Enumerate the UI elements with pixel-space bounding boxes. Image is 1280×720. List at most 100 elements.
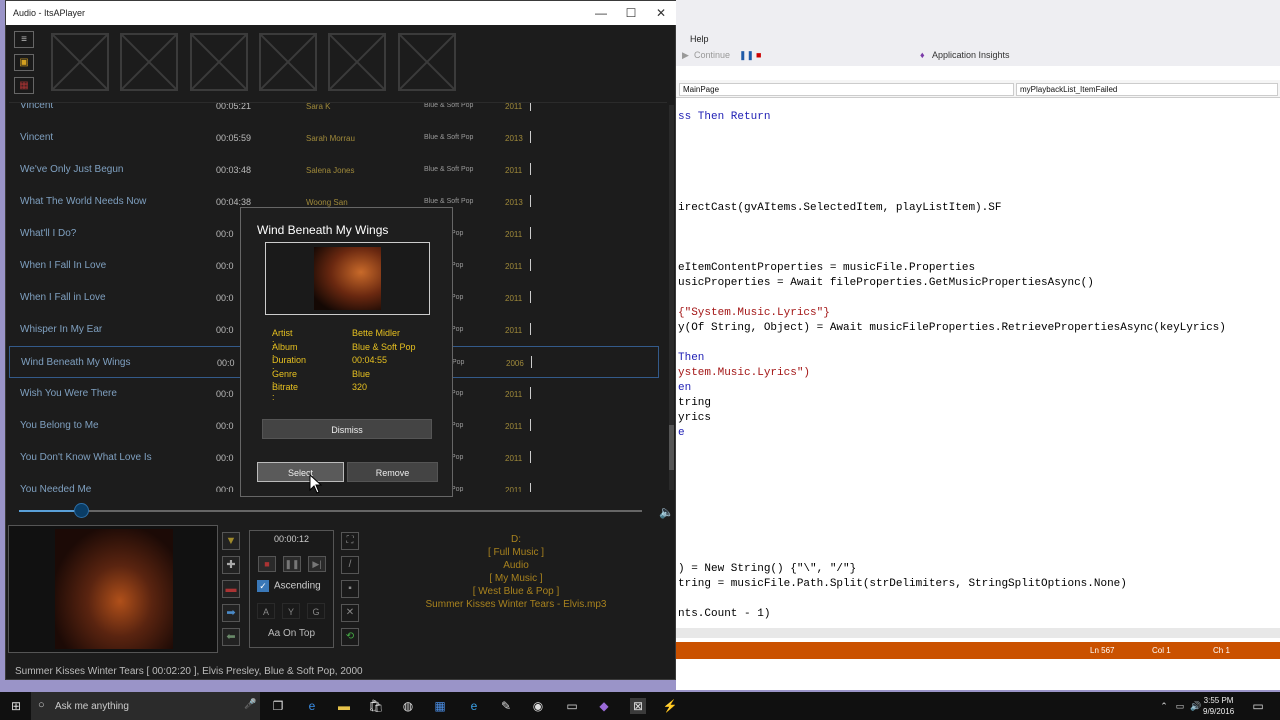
select-button[interactable]: Select xyxy=(257,462,344,482)
thumbnail-placeholder[interactable] xyxy=(328,33,386,91)
code-line: irectCast(gvAItems.SelectedItem, playLis… xyxy=(678,202,1002,214)
microphone-icon[interactable]: 🎤 xyxy=(244,699,256,710)
playlist-row[interactable]: Vincent 00:05:21 Sara K Blue & Soft Pop 2011 xyxy=(9,102,659,122)
add-icon[interactable]: ✚ xyxy=(222,556,240,574)
song-duration: 00:0 xyxy=(216,421,234,431)
code-editor[interactable]: ss Then Return irectCast(gvAItems.Select… xyxy=(676,100,1280,630)
song-title: Vincent xyxy=(20,102,54,111)
thumbnail-placeholder[interactable] xyxy=(259,33,317,91)
close-button[interactable]: ✕ xyxy=(646,3,676,23)
pause-icon[interactable]: ❚❚ xyxy=(283,556,301,572)
song-duration: 00:0 xyxy=(217,358,235,368)
thumbnail-placeholder[interactable] xyxy=(51,33,109,91)
ascending-checkbox[interactable]: ✓ Ascending xyxy=(257,580,321,592)
stop-icon[interactable]: ■ xyxy=(258,556,276,572)
path-line: D: xyxy=(511,534,521,545)
code-navigation-bar: MainPage myPlaybackList_ItemFailed xyxy=(676,80,1280,98)
sort-g-button[interactable]: G xyxy=(307,603,325,619)
stop-icon[interactable]: ■ xyxy=(756,50,761,60)
dismiss-button[interactable]: Dismiss xyxy=(262,419,432,439)
path-line: [ My Music ] xyxy=(489,573,543,584)
notifications-icon[interactable]: ▭ xyxy=(1250,698,1266,714)
pause-icon[interactable]: ❚❚ xyxy=(739,50,754,61)
on-top-button[interactable]: Aa On Top xyxy=(250,628,333,639)
fullscreen-icon[interactable]: ⛶ xyxy=(341,532,359,550)
volume-icon[interactable]: 🔈 xyxy=(659,505,674,519)
visual-studio-window: Help ▶ Continue ❚❚ ■ ♦ Application Insig… xyxy=(676,0,1280,690)
code-line: nts.Count - 1) xyxy=(678,608,771,620)
task-view-icon[interactable]: ❐ xyxy=(270,698,286,714)
store-icon[interactable]: 🛍 xyxy=(368,698,384,714)
shuffle-icon[interactable]: ✕ xyxy=(341,604,359,622)
thumbnail-placeholder[interactable] xyxy=(190,33,248,91)
sort-a-button[interactable]: A xyxy=(257,603,275,619)
song-duration: 00:05:21 xyxy=(216,102,252,111)
member-combo[interactable]: myPlaybackList_ItemFailed xyxy=(1016,83,1278,96)
sort-y-button[interactable]: Y xyxy=(282,603,300,619)
network-icon[interactable]: ▭ xyxy=(1172,698,1188,714)
remove-button[interactable]: Remove xyxy=(347,462,438,482)
song-duration: 00:0 xyxy=(216,261,234,271)
edge-icon[interactable]: e xyxy=(304,698,320,714)
maximize-button[interactable]: ☐ xyxy=(616,3,646,23)
thumbnail-placeholder[interactable] xyxy=(398,33,456,91)
vs-title-area xyxy=(676,0,1280,28)
picture-icon[interactable]: ▦ xyxy=(14,77,34,94)
ie-icon[interactable]: e xyxy=(466,698,482,714)
thumbnail-placeholder[interactable] xyxy=(120,33,178,91)
song-duration: 00:0 xyxy=(216,325,234,335)
row-separator xyxy=(530,103,531,111)
code-line: e xyxy=(678,427,685,439)
remove-icon[interactable]: ▬ xyxy=(222,580,240,598)
visual-studio-icon[interactable]: ◆ xyxy=(596,698,612,714)
itsaplayer-icon[interactable]: ⊠ xyxy=(630,698,646,714)
scrollbar-thumb[interactable] xyxy=(669,425,674,470)
song-duration: 00:03:48 xyxy=(216,165,252,175)
continue-button[interactable]: Continue xyxy=(694,50,730,60)
song-year: 2006 xyxy=(506,359,524,368)
back-icon[interactable]: ⬅ xyxy=(222,628,240,646)
file-explorer-icon[interactable]: ▬ xyxy=(336,698,352,714)
cortana-search[interactable]: ○ Ask me anything 🎤 xyxy=(31,692,260,720)
seek-knob[interactable] xyxy=(74,503,90,518)
menu-help[interactable]: Help xyxy=(690,34,709,44)
application-insights-button[interactable]: Application Insights xyxy=(932,50,1010,60)
row-separator xyxy=(530,387,531,399)
char-number: Ch 1 xyxy=(1213,646,1230,655)
check-icon: ✓ xyxy=(257,580,269,592)
edit-icon[interactable]: / xyxy=(341,556,359,574)
image-placeholder-icon xyxy=(121,34,177,90)
code-line: ) = New String() {"\", "/"} xyxy=(678,563,857,575)
playlist-row[interactable]: We've Only Just Begun 00:03:48 Salena Jone… xyxy=(9,154,659,186)
app-icon[interactable]: ✎ xyxy=(498,698,514,714)
type-combo[interactable]: MainPage xyxy=(679,83,1014,96)
continue-icon[interactable]: ▶ xyxy=(682,50,689,61)
app-icon[interactable]: ▭ xyxy=(564,698,580,714)
globe-icon[interactable]: ◍ xyxy=(400,698,416,714)
minimize-button[interactable]: — xyxy=(586,3,616,23)
app-icon[interactable]: ◉ xyxy=(530,698,546,714)
app-icon[interactable]: ⚡ xyxy=(662,698,678,714)
song-title: You Needed Me xyxy=(20,484,92,492)
mouse-cursor-icon xyxy=(309,474,323,494)
editor-hscrollbar[interactable] xyxy=(676,628,1280,638)
song-duration: 00:04:38 xyxy=(216,197,252,207)
next-icon[interactable]: ▶| xyxy=(308,556,326,572)
clock[interactable]: 3:55 PM 9/9/2016 xyxy=(1203,695,1234,717)
speaker-icon[interactable]: 🔊 xyxy=(1188,698,1204,714)
grid-app-icon[interactable]: ▦ xyxy=(432,698,448,714)
seek-slider[interactable] xyxy=(19,503,642,518)
windows-start-icon[interactable]: ⊞ xyxy=(8,698,24,714)
down-arrow-icon[interactable]: ▼ xyxy=(222,532,240,550)
song-year: 2011 xyxy=(505,102,523,111)
forward-icon[interactable]: ➡ xyxy=(222,604,240,622)
playlist-scrollbar[interactable] xyxy=(669,105,674,490)
menu-icon[interactable]: ≡ xyxy=(14,31,34,48)
square-icon[interactable]: ▪ xyxy=(341,580,359,598)
tray-chevron-icon[interactable]: ⌃ xyxy=(1156,698,1172,714)
album-art-image xyxy=(55,529,173,649)
folder-icon[interactable]: ▣ xyxy=(14,54,34,71)
repeat-icon[interactable]: ⟲ xyxy=(341,628,359,646)
insights-icon[interactable]: ♦ xyxy=(920,50,925,60)
playlist-row[interactable]: Vincent 00:05:59 Sarah Morrau Blue & Soft P… xyxy=(9,122,659,154)
